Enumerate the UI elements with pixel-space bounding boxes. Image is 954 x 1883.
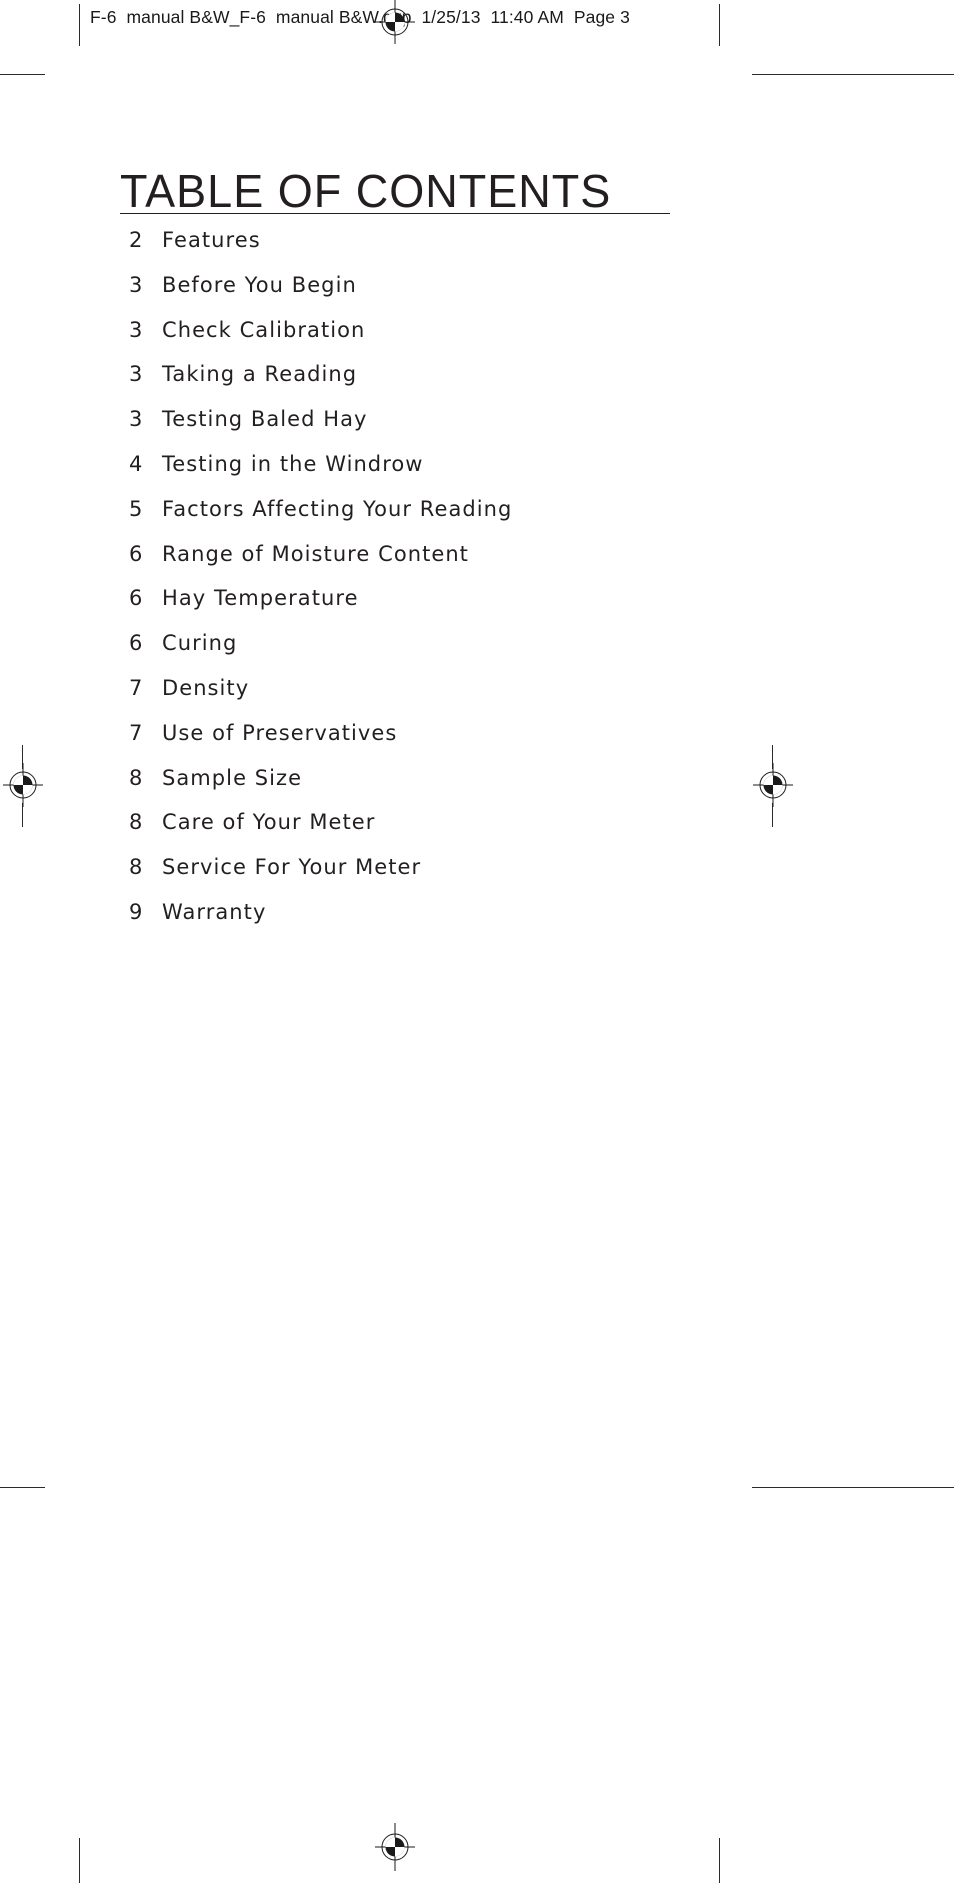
manual-page: F-6 manual B&W_F-6 manual B&W.qxp 1/25/1… <box>0 0 954 1883</box>
toc-entry-label: Check Calibration <box>162 317 366 342</box>
toc-entry[interactable]: 2 Features <box>120 228 720 273</box>
toc-entry-label: Features <box>162 228 261 252</box>
toc-entry-page-number: 4 <box>129 451 143 476</box>
toc-entry-label: Range of Moisture Content <box>162 541 469 566</box>
toc-entry-label: Care of Your Meter <box>162 810 376 835</box>
toc-entry-label: Factors Affecting Your Reading <box>162 496 513 521</box>
toc-entry-label: Use of Preservatives <box>162 720 398 745</box>
toc-entry-page-number: 7 <box>129 720 143 745</box>
toc-entry-page-number: 3 <box>129 272 143 297</box>
title-underline-rule <box>120 213 670 214</box>
toc-entry-page-number: 6 <box>129 541 143 566</box>
crop-mark-top-right-icon <box>752 74 954 75</box>
toc-entry[interactable]: 8 Service For Your Meter <box>120 855 720 900</box>
toc-entry-page-number: 8 <box>129 855 143 880</box>
crop-mark-bottom-right-icon <box>752 1487 954 1488</box>
registration-tick-right-lower <box>772 803 773 827</box>
toc-entry[interactable]: 7 Density <box>120 676 720 721</box>
toc-entry-page-number: 6 <box>129 631 143 656</box>
registration-tick-left-upper <box>22 745 23 769</box>
toc-entry-page-number: 3 <box>129 362 143 387</box>
toc-entry-label: Curing <box>162 631 238 656</box>
toc-entry[interactable]: 6 Hay Temperature <box>120 586 720 631</box>
trim-rule-top-left <box>79 4 80 46</box>
toc-entry-label: Testing Baled Hay <box>162 407 368 432</box>
toc-entry-page-number: 9 <box>129 899 143 924</box>
toc-entry[interactable]: 8 Sample Size <box>120 766 720 811</box>
toc-entry-label: Hay Temperature <box>162 586 359 611</box>
toc-entry-page-number: 7 <box>129 675 143 700</box>
registration-tick-right-upper <box>772 745 773 769</box>
page-title: TABLE OF CONTENTS <box>120 164 612 217</box>
toc-entry-label: Service For Your Meter <box>162 855 422 880</box>
toc-entry-page-number: 3 <box>129 317 143 342</box>
trim-rule-bottom-right <box>719 1838 720 1883</box>
toc-entry-page-number: 5 <box>129 496 143 521</box>
crop-mark-top-left-icon <box>0 74 45 75</box>
toc-entry[interactable]: 9 Warranty <box>120 900 720 945</box>
toc-entry-page-number: 8 <box>129 810 143 835</box>
toc-entry[interactable]: 3 Testing Baled Hay <box>120 407 720 452</box>
toc-entry[interactable]: 4 Testing in the Windrow <box>120 452 720 497</box>
toc-entry-label: Sample Size <box>162 765 303 790</box>
toc-entry[interactable]: 3 Taking a Reading <box>120 362 720 407</box>
toc-entry-page-number: 2 <box>129 228 143 252</box>
toc-entry-label: Warranty <box>162 899 267 924</box>
registration-tick-left-lower <box>22 803 23 827</box>
toc-entry[interactable]: 8 Care of Your Meter <box>120 810 720 855</box>
toc-entry[interactable]: 3 Before You Begin <box>120 273 720 318</box>
registration-target-left-icon <box>3 763 43 807</box>
toc-entry-label: Taking a Reading <box>162 362 358 387</box>
table-of-contents-list: 2 Features 3 Before You Begin 3 Check Calibra… <box>120 228 720 945</box>
toc-entry[interactable]: 3 Check Calibration <box>120 318 720 363</box>
toc-entry[interactable]: 7 Use of Preservatives <box>120 721 720 766</box>
crop-mark-bottom-left-icon <box>0 1487 45 1488</box>
registration-target-right-icon <box>753 763 793 807</box>
toc-entry-page-number: 3 <box>129 407 143 432</box>
toc-entry[interactable]: 6 Curing <box>120 631 720 676</box>
toc-entry-page-number: 8 <box>129 765 143 790</box>
toc-entry[interactable]: 5 Factors Affecting Your Reading <box>120 497 720 542</box>
toc-entry-page-number: 6 <box>129 586 143 611</box>
registration-target-bottom-icon <box>375 1823 415 1871</box>
toc-entry-label: Testing in the Windrow <box>162 451 424 476</box>
toc-entry-label: Density <box>162 675 250 700</box>
toc-entry-label: Before You Begin <box>162 272 357 297</box>
trim-rule-bottom-left <box>79 1838 80 1883</box>
toc-entry[interactable]: 6 Range of Moisture Content <box>120 542 720 587</box>
prepress-slug-line: F-6 manual B&W_F-6 manual B&W.qxp 1/25/1… <box>90 7 630 27</box>
